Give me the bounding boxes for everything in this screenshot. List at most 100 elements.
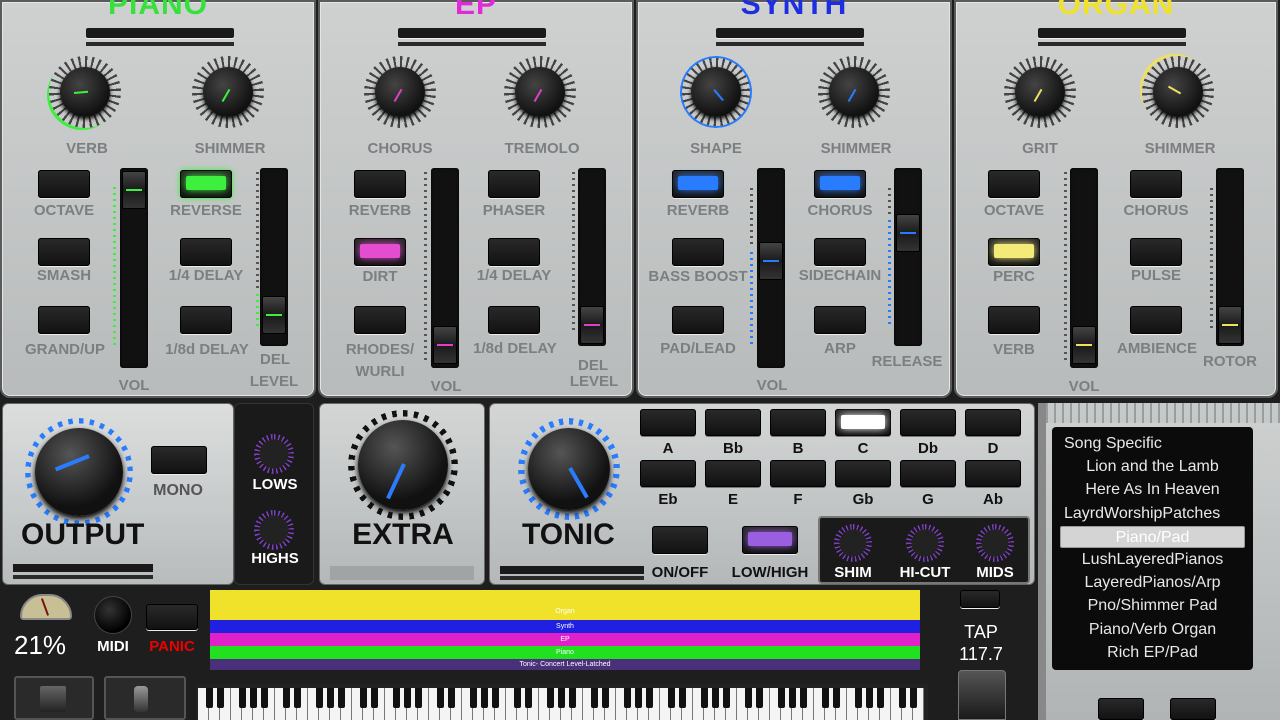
black-key[interactable] xyxy=(877,688,884,708)
black-key[interactable] xyxy=(723,688,730,708)
song-header[interactable]: Song Specific xyxy=(1052,433,1253,455)
black-key[interactable] xyxy=(591,688,598,708)
layer-strip-3[interactable]: Piano xyxy=(210,646,920,659)
delay-level-fader[interactable] xyxy=(260,168,288,346)
layer-strip-1[interactable]: Synth xyxy=(210,620,920,633)
black-key[interactable] xyxy=(547,688,554,708)
note-button-a[interactable] xyxy=(640,409,696,436)
black-key[interactable] xyxy=(800,688,807,708)
note-button-gb[interactable] xyxy=(835,460,891,487)
octave-button[interactable] xyxy=(38,170,90,198)
black-key[interactable] xyxy=(789,688,796,708)
synth-volume-fader[interactable] xyxy=(757,168,785,368)
shape-knob[interactable] xyxy=(680,56,752,128)
note-button-bb[interactable] xyxy=(705,409,761,436)
black-key[interactable] xyxy=(558,688,565,708)
verb-knob[interactable] xyxy=(49,56,121,128)
black-key[interactable] xyxy=(635,688,642,708)
black-key[interactable] xyxy=(239,688,246,708)
black-key[interactable] xyxy=(899,688,906,708)
mids-knob[interactable] xyxy=(976,524,1014,562)
tonic-low-high-button[interactable] xyxy=(742,526,798,554)
bass-boost-button[interactable] xyxy=(672,238,724,266)
black-key[interactable] xyxy=(679,688,686,708)
black-key[interactable] xyxy=(624,688,631,708)
grit-knob[interactable] xyxy=(1004,56,1076,128)
organ-volume-fader[interactable] xyxy=(1070,168,1098,368)
lows-knob[interactable] xyxy=(254,434,294,474)
black-key[interactable] xyxy=(415,688,422,708)
note-button-g[interactable] xyxy=(900,460,956,487)
reverb-button[interactable] xyxy=(672,170,724,198)
black-key[interactable] xyxy=(745,688,752,708)
dotted-eighth-delay-button[interactable] xyxy=(488,306,540,334)
note-button-c[interactable] xyxy=(835,409,891,436)
pulse-button[interactable] xyxy=(1130,238,1182,266)
dotted-eighth-delay-button[interactable] xyxy=(180,306,232,334)
release-fader[interactable] xyxy=(894,168,922,346)
black-key[interactable] xyxy=(338,688,345,708)
black-key[interactable] xyxy=(514,688,521,708)
delay-level-fader[interactable] xyxy=(578,168,606,346)
song-item[interactable]: Piano/Verb Organ xyxy=(1052,619,1253,641)
hi-cut-knob[interactable] xyxy=(906,524,944,562)
perc-button[interactable] xyxy=(988,238,1040,266)
highs-knob[interactable] xyxy=(254,510,294,550)
black-key[interactable] xyxy=(294,688,301,708)
reverse-button[interactable] xyxy=(180,170,232,198)
piano-volume-fader[interactable] xyxy=(120,168,148,368)
pad-lead-button[interactable] xyxy=(672,306,724,334)
phaser-button[interactable] xyxy=(488,170,540,198)
black-key[interactable] xyxy=(316,688,323,708)
song-item[interactable]: Lion and the Lamb xyxy=(1052,456,1253,478)
prev-song-button[interactable] xyxy=(1098,698,1144,720)
black-key[interactable] xyxy=(756,688,763,708)
note-button-e[interactable] xyxy=(705,460,761,487)
grand-up-button[interactable] xyxy=(38,306,90,334)
song-item[interactable]: Rich EP/Pad xyxy=(1052,642,1253,664)
song-item[interactable]: LushLayeredPianos xyxy=(1052,549,1253,571)
panic-button[interactable] xyxy=(146,604,198,630)
black-key[interactable] xyxy=(712,688,719,708)
black-key[interactable] xyxy=(371,688,378,708)
black-key[interactable] xyxy=(822,688,829,708)
song-item[interactable]: Piano/Pad xyxy=(1060,525,1245,548)
chorus-knob[interactable] xyxy=(364,56,436,128)
song-item[interactable]: Here As In Heaven xyxy=(1052,479,1253,501)
black-key[interactable] xyxy=(470,688,477,708)
black-key[interactable] xyxy=(250,688,257,708)
note-button-db[interactable] xyxy=(900,409,956,436)
black-key[interactable] xyxy=(833,688,840,708)
next-song-button[interactable] xyxy=(1170,698,1216,720)
black-key[interactable] xyxy=(360,688,367,708)
shimmer-knob[interactable] xyxy=(1142,56,1214,128)
rotor-fader[interactable] xyxy=(1216,168,1244,346)
black-key[interactable] xyxy=(492,688,499,708)
smash-button[interactable] xyxy=(38,238,90,266)
black-key[interactable] xyxy=(668,688,675,708)
song-folder[interactable]: LayrdWorshipPatches xyxy=(1052,503,1253,525)
black-key[interactable] xyxy=(866,688,873,708)
note-button-ab[interactable] xyxy=(965,460,1021,487)
black-key[interactable] xyxy=(448,688,455,708)
black-key[interactable] xyxy=(701,688,708,708)
shim-knob[interactable] xyxy=(834,524,872,562)
tremolo-knob[interactable] xyxy=(504,56,576,128)
arp-button[interactable] xyxy=(814,306,866,334)
song-item[interactable]: Pno/Shimmer Pad xyxy=(1052,595,1253,617)
black-key[interactable] xyxy=(217,688,224,708)
quarter-delay-button[interactable] xyxy=(180,238,232,266)
ambience-button[interactable] xyxy=(1130,306,1182,334)
black-key[interactable] xyxy=(778,688,785,708)
black-key[interactable] xyxy=(646,688,653,708)
mono-button[interactable] xyxy=(151,446,207,474)
black-key[interactable] xyxy=(327,688,334,708)
black-key[interactable] xyxy=(261,688,268,708)
note-button-d[interactable] xyxy=(965,409,1021,436)
chorus-button[interactable] xyxy=(1130,170,1182,198)
black-key[interactable] xyxy=(481,688,488,708)
black-key[interactable] xyxy=(569,688,576,708)
note-button-eb[interactable] xyxy=(640,460,696,487)
shimmer-knob[interactable] xyxy=(818,56,890,128)
layer-strip-0[interactable]: Organ xyxy=(210,590,920,620)
